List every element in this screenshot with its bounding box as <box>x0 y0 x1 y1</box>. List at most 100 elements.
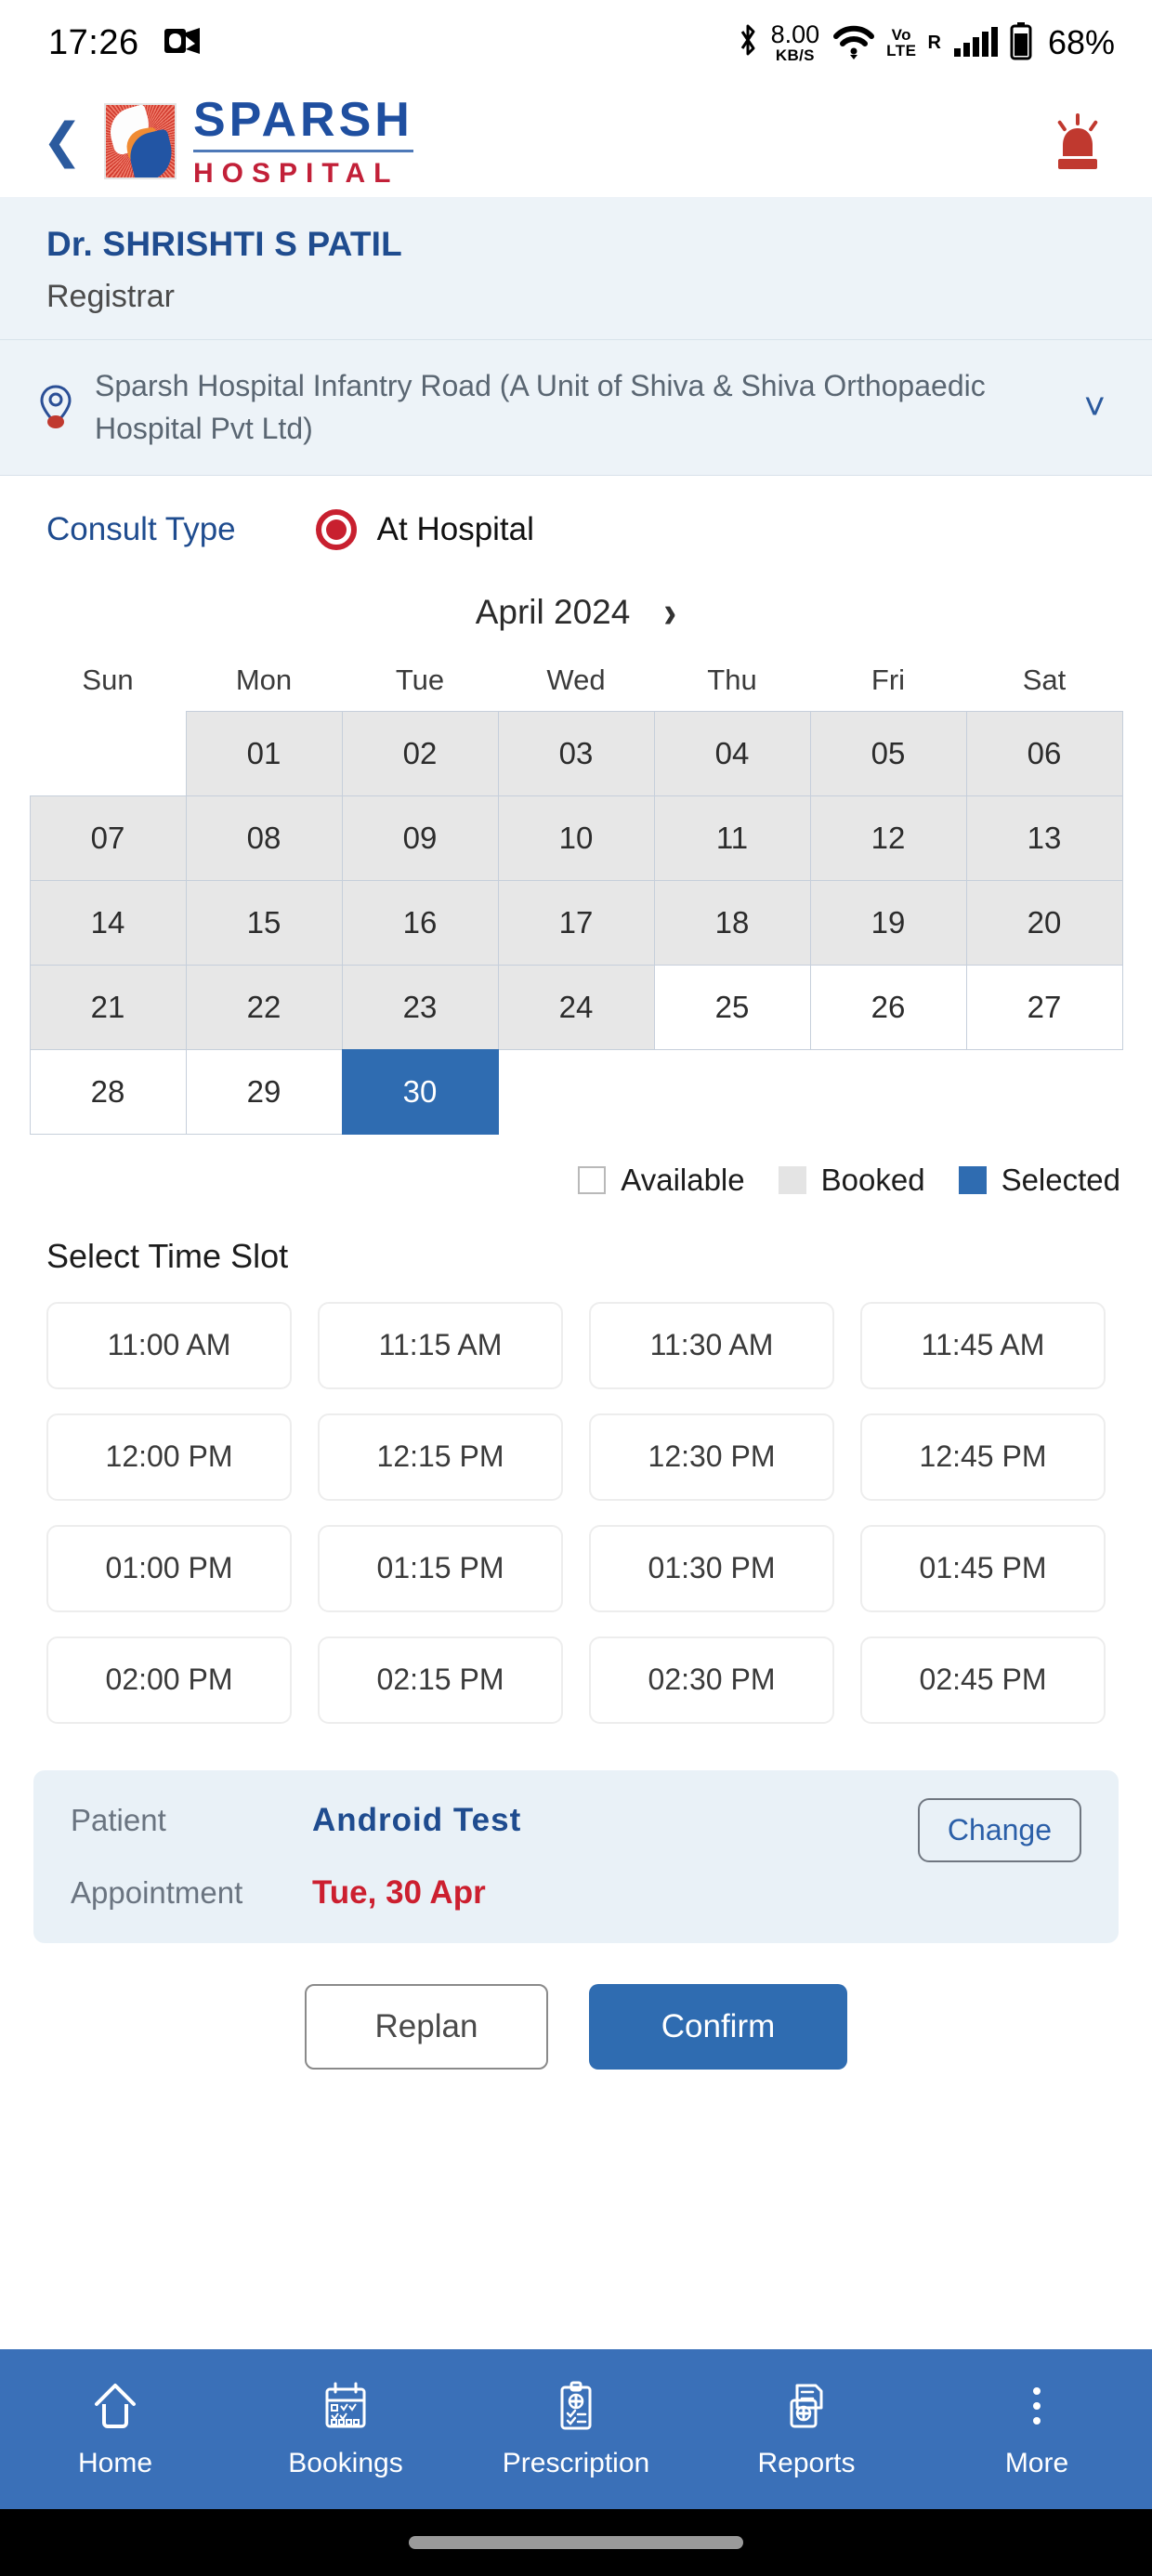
legend-swatch-icon <box>958 1165 987 1194</box>
action-buttons: Replan Confirm <box>0 1943 1152 2070</box>
time-slot-button[interactable]: 11:15 AM <box>318 1301 563 1389</box>
time-slot-button[interactable]: 11:30 AM <box>589 1301 834 1389</box>
reports-documents-icon <box>780 2380 832 2437</box>
radio-selected-icon[interactable] <box>315 508 357 550</box>
calendar-day-headers: Sun Mon Tue Wed Thu Fri Sat <box>30 658 1122 703</box>
calendar-day-cell: 01 <box>185 711 343 797</box>
calendar-day-cell: 12 <box>809 795 967 882</box>
nav-item-label: Home <box>77 2447 153 2478</box>
time-slot-button[interactable]: 02:45 PM <box>860 1636 1106 1724</box>
calendar-day-cell: 08 <box>185 795 343 882</box>
nav-item-more[interactable]: More <box>922 2380 1152 2479</box>
calendar-legend: Available Booked Selected <box>0 1135 1152 1205</box>
sparsh-logo-icon <box>104 103 177 179</box>
confirm-button[interactable]: Confirm <box>589 1983 847 2070</box>
doctor-panel: Dr. SHRISHTI S PATIL Registrar Sparsh Ho… <box>0 197 1152 476</box>
calendar-day-cell: 02 <box>341 711 499 797</box>
signal-bars-icon <box>953 27 998 57</box>
volte-top-label: Vo <box>891 26 912 44</box>
calendar-cell-empty <box>30 711 187 796</box>
doctor-name: Dr. SHRISHTI S PATIL <box>46 225 402 263</box>
calendar-header: April 2024 › <box>0 567 1152 647</box>
calendar-day-cell: 06 <box>965 711 1123 797</box>
calendar-day-header: Sat <box>1022 663 1067 696</box>
appointment-label: Appointment <box>71 1874 243 1910</box>
calendar-day-cell: 19 <box>809 880 967 966</box>
calendar-day-header: Mon <box>235 663 293 696</box>
nav-item-prescription[interactable]: Prescription <box>461 2380 691 2479</box>
bottom-navigation[interactable]: Home Bookings Prescription Reports More <box>0 2349 1152 2509</box>
legend-label: Selected <box>1001 1162 1120 1197</box>
calendar-day-header: Thu <box>707 663 757 696</box>
location-selector[interactable]: Sparsh Hospital Infantry Road (A Unit of… <box>0 339 1152 476</box>
time-slot-button[interactable]: 01:15 PM <box>318 1524 563 1612</box>
calendar-day-header: Tue <box>395 663 445 696</box>
roaming-indicator: R <box>927 32 941 53</box>
calendar-week-row: 14 15 16 17 18 19 20 <box>29 880 1123 966</box>
time-slot-button[interactable]: 12:45 PM <box>860 1413 1106 1501</box>
time-slot-button[interactable]: 02:30 PM <box>589 1636 834 1724</box>
more-dots-icon <box>1011 2380 1063 2437</box>
calendar-day-cell[interactable]: 27 <box>965 965 1123 1051</box>
app-header: ❮ SPARSH HOSPITAL <box>0 85 1152 197</box>
time-slot-button[interactable]: 02:15 PM <box>318 1636 563 1724</box>
chevron-right-icon[interactable]: › <box>663 589 676 635</box>
doctor-role: Registrar <box>46 279 175 314</box>
time-slot-button[interactable]: 01:00 PM <box>46 1524 292 1612</box>
time-slot-button[interactable]: 11:45 AM <box>860 1301 1106 1389</box>
outlook-icon <box>164 24 201 62</box>
time-slot-button[interactable]: 12:00 PM <box>46 1413 292 1501</box>
calendar-day-cell: 11 <box>653 795 811 882</box>
time-slot-button[interactable]: 02:00 PM <box>46 1636 292 1724</box>
brand-logo: SPARSH HOSPITAL <box>104 96 413 188</box>
calendar-cell-empty <box>654 1049 811 1135</box>
time-slot-button[interactable]: 01:45 PM <box>860 1524 1106 1612</box>
change-patient-button[interactable]: Change <box>917 1797 1081 1862</box>
legend-swatch-icon <box>578 1165 607 1194</box>
legend-label: Booked <box>820 1162 925 1197</box>
nav-item-bookings[interactable]: Bookings <box>230 2380 461 2479</box>
calendar-day-cell: 03 <box>497 711 655 797</box>
chevron-down-icon[interactable]: ˅ <box>1084 388 1115 426</box>
status-clock: 17:26 <box>48 22 139 62</box>
network-speed-unit: KB/S <box>775 46 815 64</box>
calendar-day-cell[interactable]: 25 <box>653 965 811 1051</box>
location-pin-icon <box>37 383 74 431</box>
nav-item-reports[interactable]: Reports <box>691 2380 922 2479</box>
calendar-day-cell[interactable]: 29 <box>185 1049 343 1136</box>
appointment-summary-card: Patient Android Test Appointment Tue, 30… <box>33 1769 1119 1943</box>
calendar-day-cell: 16 <box>341 880 499 966</box>
calendar-week-row: 01 02 03 04 05 06 <box>30 711 1123 797</box>
emergency-siren-icon[interactable] <box>1044 108 1111 175</box>
replan-button[interactable]: Replan <box>305 1983 548 2070</box>
calendar-day-cell[interactable]: 26 <box>809 965 967 1051</box>
brand-name-top: SPARSH <box>193 96 413 152</box>
network-speed-value: 8.00 <box>770 20 820 48</box>
calendar-cell-empty <box>966 1049 1123 1135</box>
gesture-pill[interactable] <box>409 2536 743 2549</box>
calendar-icon <box>320 2380 372 2437</box>
nav-item-label: More <box>1004 2447 1069 2478</box>
calendar-day-cell[interactable]: 30 <box>341 1049 499 1136</box>
consult-type-row: Consult Type At Hospital <box>0 476 1152 567</box>
consult-type-label: Consult Type <box>46 510 236 547</box>
time-slot-button[interactable]: 01:30 PM <box>589 1524 834 1612</box>
calendar-grid[interactable]: 01 02 03 04 05 06 07 08 09 10 11 12 13 14 15 16 17 18 19 20… <box>29 711 1123 1136</box>
time-slot-grid[interactable]: 11:00 AM 11:15 AM 11:30 AM 11:45 AM 12:00 PM… <box>0 1287 1152 1724</box>
calendar-day-cell: 15 <box>185 880 343 966</box>
time-slot-button[interactable]: 12:15 PM <box>318 1413 563 1501</box>
calendar-day-cell: 05 <box>809 711 967 797</box>
calendar-day-header: Wed <box>546 663 606 696</box>
consult-option-at-hospital[interactable]: At Hospital <box>315 508 534 550</box>
calendar: Sun Mon Tue Wed Thu Fri Sat 01 02 03 04 05 06 07 08 09… <box>0 647 1152 1136</box>
back-chevron-icon[interactable]: ❮ <box>33 112 91 170</box>
summary-row-appointment: Appointment Tue, 30 Apr <box>71 1874 1081 1912</box>
calendar-week-row: 07 08 09 10 11 12 13 <box>29 795 1123 882</box>
nav-item-home[interactable]: Home <box>0 2380 230 2479</box>
calendar-week-row: 28 29 30 <box>29 1049 1123 1136</box>
legend-swatch-icon <box>778 1165 806 1194</box>
time-slot-button[interactable]: 12:30 PM <box>589 1413 834 1501</box>
calendar-day-cell[interactable]: 28 <box>29 1049 187 1136</box>
time-slot-button[interactable]: 11:00 AM <box>46 1301 292 1389</box>
appointment-date: Tue, 30 Apr <box>312 1873 486 1911</box>
